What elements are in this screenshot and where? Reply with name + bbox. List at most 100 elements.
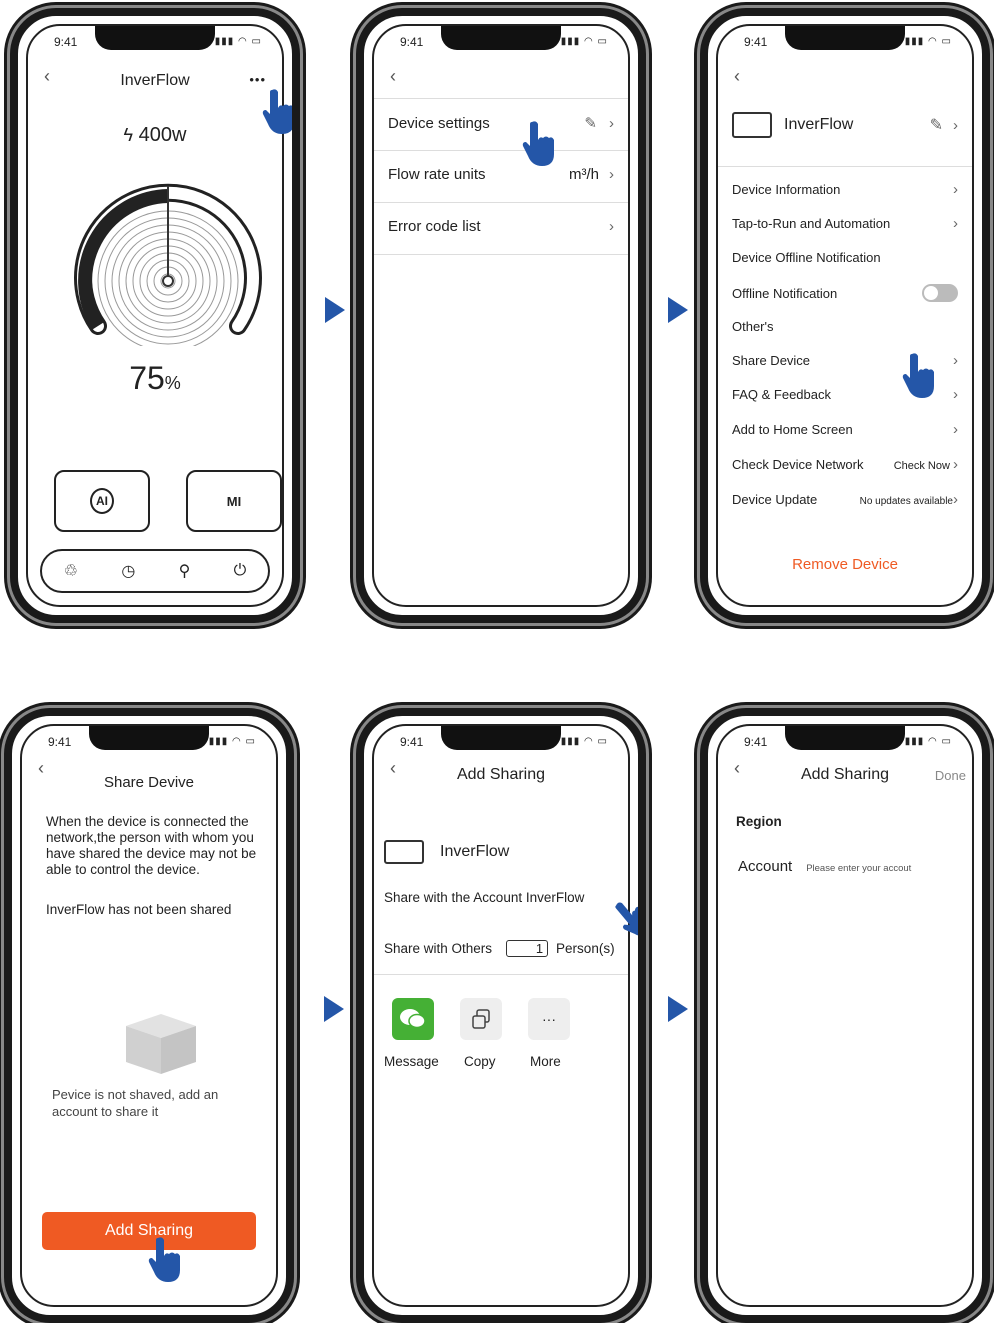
phone-add-sharing: 9:41 ▮▮▮ ◠ ▭ ‹ Add Sharing InverFlow Sha… <box>356 708 646 1323</box>
row-label: Offline Notification <box>732 285 838 301</box>
menu-offline-notification: Offline Notification <box>732 284 958 302</box>
screen: 9:41 ▮▮▮ ◠ ▭ ‹ Add Sharing InverFlow Sha… <box>372 724 630 1307</box>
offline-toggle[interactable] <box>922 284 958 302</box>
notch <box>95 26 215 50</box>
row-trailing: Check Now › <box>894 456 958 473</box>
row-label: Error code list <box>388 218 481 235</box>
menu-device-update[interactable]: Device Update No updates available› <box>732 491 958 508</box>
screen: 9:41 ▮▮▮ ◠ ▭ ‹ InverFlow ••• ϟ 400w 75% <box>26 24 284 607</box>
pencil-icon: ✎ <box>929 117 943 134</box>
account-input[interactable]: Please enter your accout <box>806 863 911 874</box>
notch <box>89 726 209 750</box>
persons-label: Person(s) <box>556 941 615 956</box>
row-value: m³/h <box>569 166 599 183</box>
chevron-right-icon: › <box>953 116 958 134</box>
divider <box>374 254 628 255</box>
tile-label-more: More <box>530 1054 561 1069</box>
ai-mode-button[interactable]: AI <box>54 470 150 532</box>
flow-arrow <box>668 297 688 323</box>
percent-value: 75 <box>129 360 165 396</box>
row-trailing: m³/h › <box>569 166 614 183</box>
chevron-right-icon: › <box>953 181 958 198</box>
row-label: FAQ & Feedback <box>732 387 831 402</box>
power-readout: ϟ 400w <box>28 124 282 147</box>
screen: 9:41 ▮▮▮ ◠ ▭ ‹ Device settings ✎ › Flow r… <box>372 24 630 607</box>
more-icon[interactable]: ••• <box>249 72 266 87</box>
row-trailing: No updates available› <box>860 491 958 508</box>
manual-mode-button[interactable]: MI <box>186 470 282 532</box>
menu-tap-to-run[interactable]: Tap-to-Run and Automation › <box>732 215 958 232</box>
divider <box>718 166 972 167</box>
empty-message: Pevice is not shaved, add an account to … <box>52 1087 219 1119</box>
status-time: 9:41 <box>400 35 424 49</box>
row-label: Device settings <box>388 114 490 132</box>
share-description: When the device is connected the network… <box>46 814 257 877</box>
screen: 9:41 ▮▮▮ ◠ ▭ ‹ Share Devive When the dev… <box>20 724 278 1307</box>
more-icon[interactable]: ··· <box>528 998 570 1040</box>
chevron-right-icon: › <box>609 166 614 183</box>
wechat-icon[interactable] <box>392 998 434 1040</box>
chevron-right-icon: › <box>953 386 958 403</box>
menu-check-network[interactable]: Check Device Network Check Now › <box>732 456 958 473</box>
row-label: Tap-to-Run and Automation <box>732 216 891 231</box>
settings-row-error-code-list[interactable]: Error code list › <box>388 218 614 235</box>
status-icons: ▮▮▮ ◠ ▭ <box>904 736 952 747</box>
done-button[interactable]: Done <box>935 768 966 783</box>
menu-offline-heading: Device Offline Notification <box>732 250 958 265</box>
screen: 9:41 ▮▮▮ ◠ ▭ ‹ Add Sharing Done Region A… <box>716 724 974 1307</box>
share-others-label: Share with Others <box>384 941 493 956</box>
share-account-option[interactable]: Share with the Account InverFlow <box>384 890 584 905</box>
settings-row-flow-rate-units[interactable]: Flow rate units m³/h › <box>388 166 614 183</box>
pointing-hand-icon <box>148 1236 182 1282</box>
phone-device-menu: 9:41 ▮▮▮ ◠ ▭ ‹ InverFlow ✎ › Device Info… <box>700 8 990 623</box>
person-count-input[interactable]: 1 <box>506 940 549 957</box>
back-icon[interactable]: ‹ <box>390 66 396 87</box>
power-value: 400w <box>138 124 187 146</box>
divider <box>374 202 628 203</box>
divider <box>374 98 628 99</box>
screen: 9:41 ▮▮▮ ◠ ▭ ‹ InverFlow ✎ › Device Info… <box>716 24 974 607</box>
nav-search-icon[interactable]: ⚲ <box>179 561 191 581</box>
flow-arrow <box>668 996 688 1022</box>
row-trailing: ✎ › <box>584 114 614 132</box>
chevron-right-icon: › <box>609 218 614 235</box>
status-icons: ▮▮▮ ◠ ▭ <box>560 736 608 747</box>
device-header[interactable]: InverFlow ✎ › <box>732 112 958 138</box>
account-label: Account <box>738 858 793 875</box>
chevron-right-icon: › <box>953 215 958 232</box>
remove-device-button[interactable]: Remove Device <box>718 556 972 573</box>
row-label: Other's <box>732 319 774 334</box>
device-name: InverFlow <box>440 843 510 860</box>
ai-icon: AI <box>90 488 114 514</box>
back-icon[interactable]: ‹ <box>734 66 740 87</box>
pointing-hand-icon <box>902 352 936 398</box>
copy-icon[interactable] <box>460 998 502 1040</box>
menu-device-information[interactable]: Device Information › <box>732 181 958 198</box>
region-label[interactable]: Region <box>736 814 782 829</box>
chevron-right-icon: › <box>953 456 958 473</box>
page-title: InverFlow <box>120 72 190 89</box>
pump-icon <box>732 112 772 138</box>
percent-readout: 75% <box>28 360 282 397</box>
pointing-hand-icon <box>262 88 292 134</box>
status-time: 9:41 <box>744 735 768 749</box>
status-icons: ▮▮▮ ◠ ▭ <box>560 36 608 47</box>
page-title: Share Devive <box>103 774 195 791</box>
nav-recycle-icon[interactable]: ♲ <box>64 561 78 581</box>
nav-clock-icon[interactable]: ◷ <box>121 561 135 581</box>
menu-add-home-screen[interactable]: Add to Home Screen › <box>732 421 958 438</box>
row-label: Device Offline Notification <box>732 250 881 265</box>
row-label: Flow rate units <box>388 166 486 183</box>
percent-sign: % <box>164 373 181 393</box>
row-label: Device Information <box>732 182 841 197</box>
flow-arrow <box>325 297 345 323</box>
status-time: 9:41 <box>54 35 78 49</box>
pointing-hand-icon <box>522 120 556 166</box>
settings-row-device-settings[interactable]: Device settings ✎ › <box>388 114 614 133</box>
nav-power-icon[interactable]: ⏻ <box>234 562 247 580</box>
share-others-row: Share with Others 1 Person(s) <box>384 940 620 957</box>
row-value: No updates available <box>859 496 953 507</box>
status-icons: ▮▮▮ ◠ ▭ <box>904 36 952 47</box>
chevron-right-icon: › <box>953 352 958 369</box>
phone-add-sharing-account: 9:41 ▮▮▮ ◠ ▭ ‹ Add Sharing Done Region A… <box>700 708 990 1323</box>
